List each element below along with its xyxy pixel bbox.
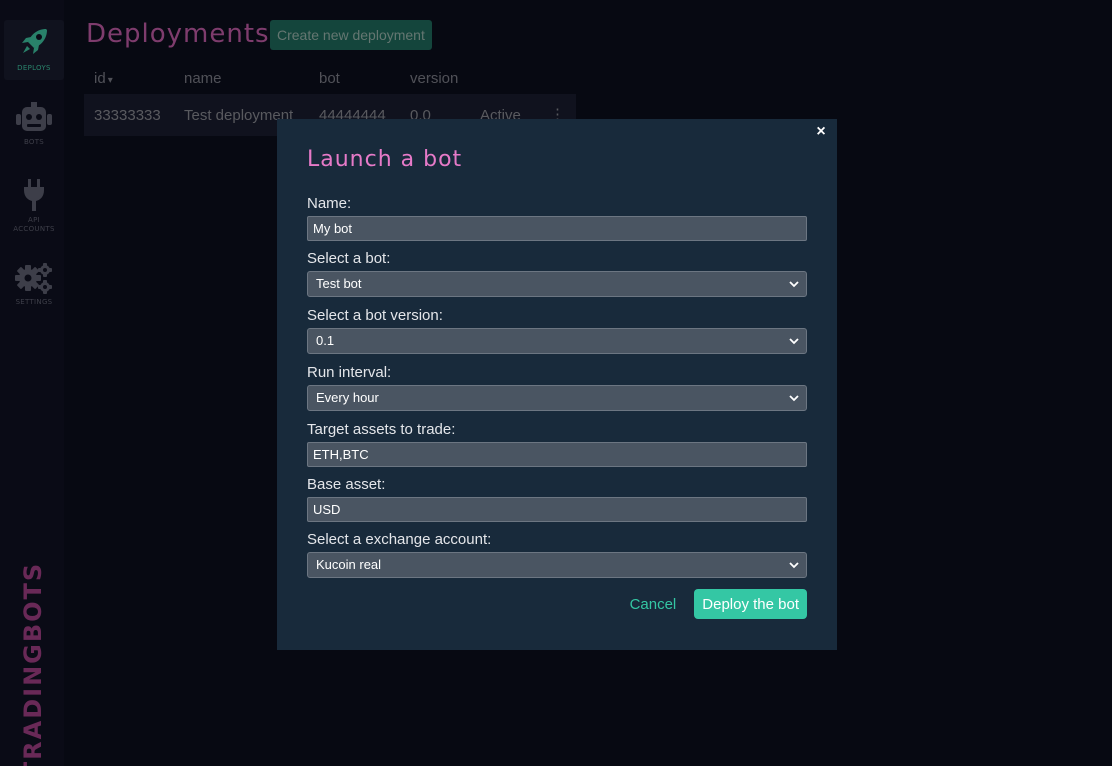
chevron-down-icon [788, 553, 800, 577]
interval-field-group: Run interval: Every hour [307, 364, 807, 411]
chevron-down-icon [788, 272, 800, 296]
cancel-button[interactable]: Cancel [630, 596, 677, 613]
interval-label: Run interval: [307, 364, 392, 381]
version-field-group: Select a bot version: 0.1 [307, 307, 807, 354]
name-field-group: Name: [307, 195, 807, 241]
chevron-down-icon [788, 329, 800, 353]
select-value: 0.1 [316, 333, 335, 348]
interval-select[interactable]: Every hour [307, 385, 807, 411]
dialog-actions: Cancel Deploy the bot [630, 589, 807, 619]
account-field-group: Select a exchange account: Kucoin real [307, 531, 807, 578]
close-icon[interactable]: × [811, 122, 831, 142]
select-value: Every hour [316, 390, 379, 405]
base-asset-input[interactable] [307, 497, 807, 522]
assets-field-group: Target assets to trade: [307, 421, 807, 467]
name-input[interactable] [307, 216, 807, 241]
bot-select[interactable]: Test bot [307, 271, 807, 297]
deploy-button[interactable]: Deploy the bot [694, 589, 807, 619]
name-label: Name: [307, 195, 352, 212]
base-asset-label: Base asset: [307, 476, 386, 493]
select-value: Kucoin real [316, 557, 382, 572]
select-value: Test bot [316, 276, 362, 291]
chevron-down-icon [788, 386, 800, 410]
bot-label: Select a bot: [307, 250, 391, 267]
bot-field-group: Select a bot: Test bot [307, 250, 807, 297]
assets-label: Target assets to trade: [307, 421, 456, 438]
version-select[interactable]: 0.1 [307, 328, 807, 354]
version-label: Select a bot version: [307, 307, 443, 324]
target-assets-input[interactable] [307, 442, 807, 467]
exchange-account-select[interactable]: Kucoin real [307, 552, 807, 578]
base-asset-field-group: Base asset: [307, 476, 807, 522]
launch-bot-dialog: × Launch a bot Name: Select a bot: Test … [277, 119, 837, 650]
account-label: Select a exchange account: [307, 531, 492, 548]
app-root: Deploys Bots API accounts [0, 0, 1112, 766]
dialog-title: Launch a bot [307, 147, 463, 172]
